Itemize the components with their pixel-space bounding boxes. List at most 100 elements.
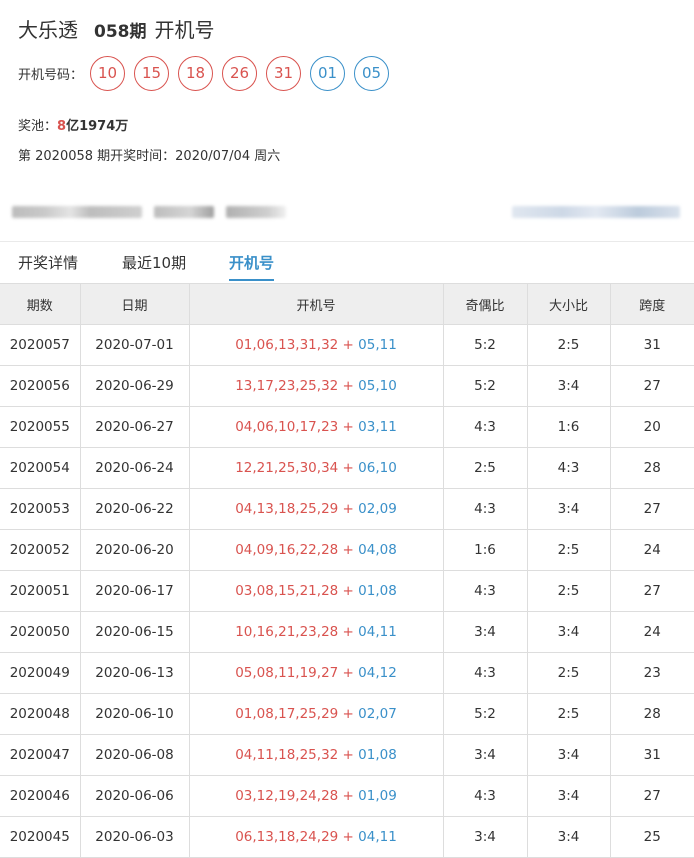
cell-date: 2020-06-13 (79, 652, 190, 694)
red-numbers: 04,09,16,22,28 (235, 542, 339, 558)
cell-odd-even: 5:2 (442, 365, 528, 407)
draw-numbers-row: 开机号码： 10 15 18 26 31 01 05 (18, 55, 398, 91)
cell-numbers: 03,12,19,24,28 + 01,09 (188, 775, 444, 817)
plus-sign: + (338, 788, 359, 804)
header-date: 日期 (79, 283, 190, 325)
cell-odd-even: 2:5 (442, 447, 528, 489)
plus-sign: + (338, 747, 359, 763)
table-row: 2020057 2020-07-01 01,06,13,31,32 + 05,11 5… (0, 324, 694, 366)
blue-numbers: 04,12 (358, 665, 397, 681)
blue-numbers: 04,11 (358, 624, 397, 640)
red-numbers: 01,08,17,25,29 (235, 706, 339, 722)
table-row: 2020052 2020-06-20 04,09,16,22,28 + 04,08 1… (0, 529, 694, 571)
cell-issue: 2020057 (0, 324, 81, 366)
cell-issue: 2020049 (0, 652, 81, 694)
table-row: 2020053 2020-06-22 04,13,18,25,29 + 02,09 4… (0, 488, 694, 530)
table-row: 2020054 2020-06-24 12,21,25,30,34 + 06,10 2… (0, 447, 694, 489)
red-numbers: 04,13,18,25,29 (235, 501, 339, 517)
cell-date: 2020-06-10 (79, 693, 190, 735)
draw-numbers-label: 开机号码： (18, 67, 84, 83)
cell-numbers: 01,08,17,25,29 + 02,07 (188, 693, 444, 735)
plus-sign: + (338, 583, 359, 599)
cell-span: 20 (609, 406, 694, 448)
cell-span: 27 (609, 488, 694, 530)
cell-big-small: 2:5 (526, 529, 611, 571)
cell-span: 24 (609, 611, 694, 653)
page-title: 大乐透 058期 开机号 (18, 14, 215, 42)
table-row: 2020055 2020-06-27 04,06,10,17,23 + 03,11 4… (0, 406, 694, 448)
table-row: 2020056 2020-06-29 13,17,23,25,32 + 05,10 5… (0, 365, 694, 407)
header-big-small: 大小比 (526, 283, 611, 325)
cell-issue: 2020050 (0, 611, 81, 653)
red-ball: 26 (222, 55, 258, 91)
tab-open-numbers[interactable]: 开机号 (229, 252, 275, 281)
cell-numbers: 04,06,10,17,23 + 03,11 (188, 406, 444, 448)
plus-sign: + (338, 624, 359, 640)
cell-big-small: 3:4 (526, 734, 611, 776)
issue-number: 058期 (94, 22, 147, 42)
blurred-content (12, 206, 142, 218)
plus-sign: + (338, 501, 359, 517)
blue-numbers: 02,09 (358, 501, 397, 517)
cell-odd-even: 3:4 (442, 611, 528, 653)
cell-date: 2020-06-08 (79, 734, 190, 776)
header-issue: 期数 (0, 283, 81, 325)
cell-span: 31 (609, 324, 694, 366)
blue-numbers: 05,11 (358, 337, 397, 353)
cell-odd-even: 3:4 (442, 816, 528, 858)
cell-numbers: 13,17,23,25,32 + 05,10 (188, 365, 444, 407)
cell-date: 2020-06-06 (79, 775, 190, 817)
table-row: 2020050 2020-06-15 10,16,21,23,28 + 04,11 3… (0, 611, 694, 653)
table-row: 2020048 2020-06-10 01,08,17,25,29 + 02,07 5… (0, 693, 694, 735)
cell-date: 2020-06-24 (79, 447, 190, 489)
cell-odd-even: 5:2 (442, 693, 528, 735)
cell-issue: 2020047 (0, 734, 81, 776)
red-numbers: 13,17,23,25,32 (235, 378, 339, 394)
blurred-content (154, 206, 214, 218)
plus-sign: + (338, 665, 359, 681)
pool-amount-rest: 亿1974万 (66, 119, 129, 134)
cell-big-small: 2:5 (526, 324, 611, 366)
blue-numbers: 02,07 (358, 706, 397, 722)
cell-issue: 2020056 (0, 365, 81, 407)
plus-sign: + (338, 706, 359, 722)
tab-draw-details[interactable]: 开奖详情 (18, 252, 78, 279)
cell-numbers: 01,06,13,31,32 + 05,11 (188, 324, 444, 366)
blue-numbers: 06,10 (358, 460, 397, 476)
cell-numbers: 04,11,18,25,32 + 01,08 (188, 734, 444, 776)
blue-ball: 05 (354, 55, 390, 91)
blue-numbers: 03,11 (358, 419, 397, 435)
cell-issue: 2020045 (0, 816, 81, 858)
red-numbers: 03,12,19,24,28 (235, 788, 339, 804)
cell-issue: 2020048 (0, 693, 81, 735)
cell-odd-even: 4:3 (442, 775, 528, 817)
blue-numbers: 01,09 (358, 788, 397, 804)
cell-span: 27 (609, 365, 694, 407)
cell-numbers: 06,13,18,24,29 + 04,11 (188, 816, 444, 858)
cell-date: 2020-06-29 (79, 365, 190, 407)
cell-span: 27 (609, 570, 694, 612)
cell-numbers: 04,09,16,22,28 + 04,08 (188, 529, 444, 571)
cell-issue: 2020052 (0, 529, 81, 571)
table-row: 2020047 2020-06-08 04,11,18,25,32 + 01,08 3… (0, 734, 694, 776)
cell-span: 25 (609, 816, 694, 858)
tab-bar: 开奖详情 最近10期 开机号 (0, 241, 694, 283)
draw-time: 第 2020058 期开奖时间：2020/07/04 周六 (18, 149, 281, 164)
cell-span: 24 (609, 529, 694, 571)
cell-span: 28 (609, 447, 694, 489)
cell-span: 27 (609, 775, 694, 817)
plus-sign: + (338, 337, 359, 353)
cell-big-small: 3:4 (526, 611, 611, 653)
red-numbers: 03,08,15,21,28 (235, 583, 339, 599)
cell-odd-even: 4:3 (442, 570, 528, 612)
tab-recent-10[interactable]: 最近10期 (122, 252, 186, 279)
pool-amount-major: 8 (57, 119, 67, 134)
cell-issue: 2020053 (0, 488, 81, 530)
cell-big-small: 3:4 (526, 775, 611, 817)
cell-big-small: 2:5 (526, 652, 611, 694)
plus-sign: + (338, 419, 359, 435)
plus-sign: + (338, 378, 359, 394)
cell-date: 2020-06-22 (79, 488, 190, 530)
table-row: 2020045 2020-06-03 06,13,18,24,29 + 04,11 3… (0, 816, 694, 858)
blurred-content (512, 206, 680, 218)
